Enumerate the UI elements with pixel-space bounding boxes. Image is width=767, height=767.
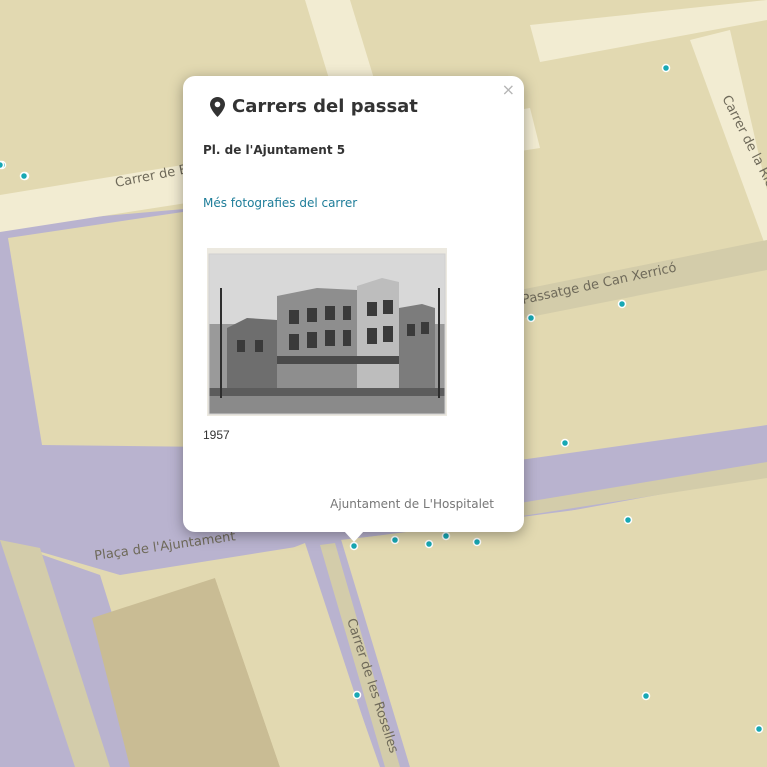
info-popup: × Carrers del passat Pl. de l'Ajuntament… [183,76,524,532]
camera-marker-icon[interactable] [617,299,627,309]
camera-marker-icon[interactable] [390,535,400,545]
camera-marker-icon[interactable] [560,438,570,448]
more-photos-link[interactable]: Més fotografies del carrer [203,196,357,210]
camera-marker-icon[interactable] [349,541,359,551]
camera-marker-icon[interactable] [352,690,362,700]
close-icon[interactable]: × [502,81,515,99]
camera-marker-icon[interactable] [754,724,764,734]
building-photo-image [208,253,446,415]
camera-marker-icon[interactable] [472,537,482,547]
camera-marker-icon[interactable] [441,531,451,541]
photo-year: 1957 [203,428,230,442]
map-pin-icon [210,96,225,117]
popup-title-text: Carrers del passat [232,96,418,117]
address-label: Pl. de l'Ajuntament 5 [203,143,346,157]
popup-title: Carrers del passat [210,96,418,117]
camera-marker-icon[interactable] [623,515,633,525]
camera-marker-icon[interactable] [661,63,671,73]
camera-marker-icon[interactable] [0,160,5,170]
camera-marker-icon[interactable] [526,313,536,323]
popup-tip [344,531,364,542]
street-photo[interactable] [207,248,447,416]
camera-marker-icon[interactable] [19,171,29,181]
credit-label: Ajuntament de L'Hospitalet [330,497,494,511]
camera-marker-icon[interactable] [641,691,651,701]
camera-marker-icon[interactable] [424,539,434,549]
